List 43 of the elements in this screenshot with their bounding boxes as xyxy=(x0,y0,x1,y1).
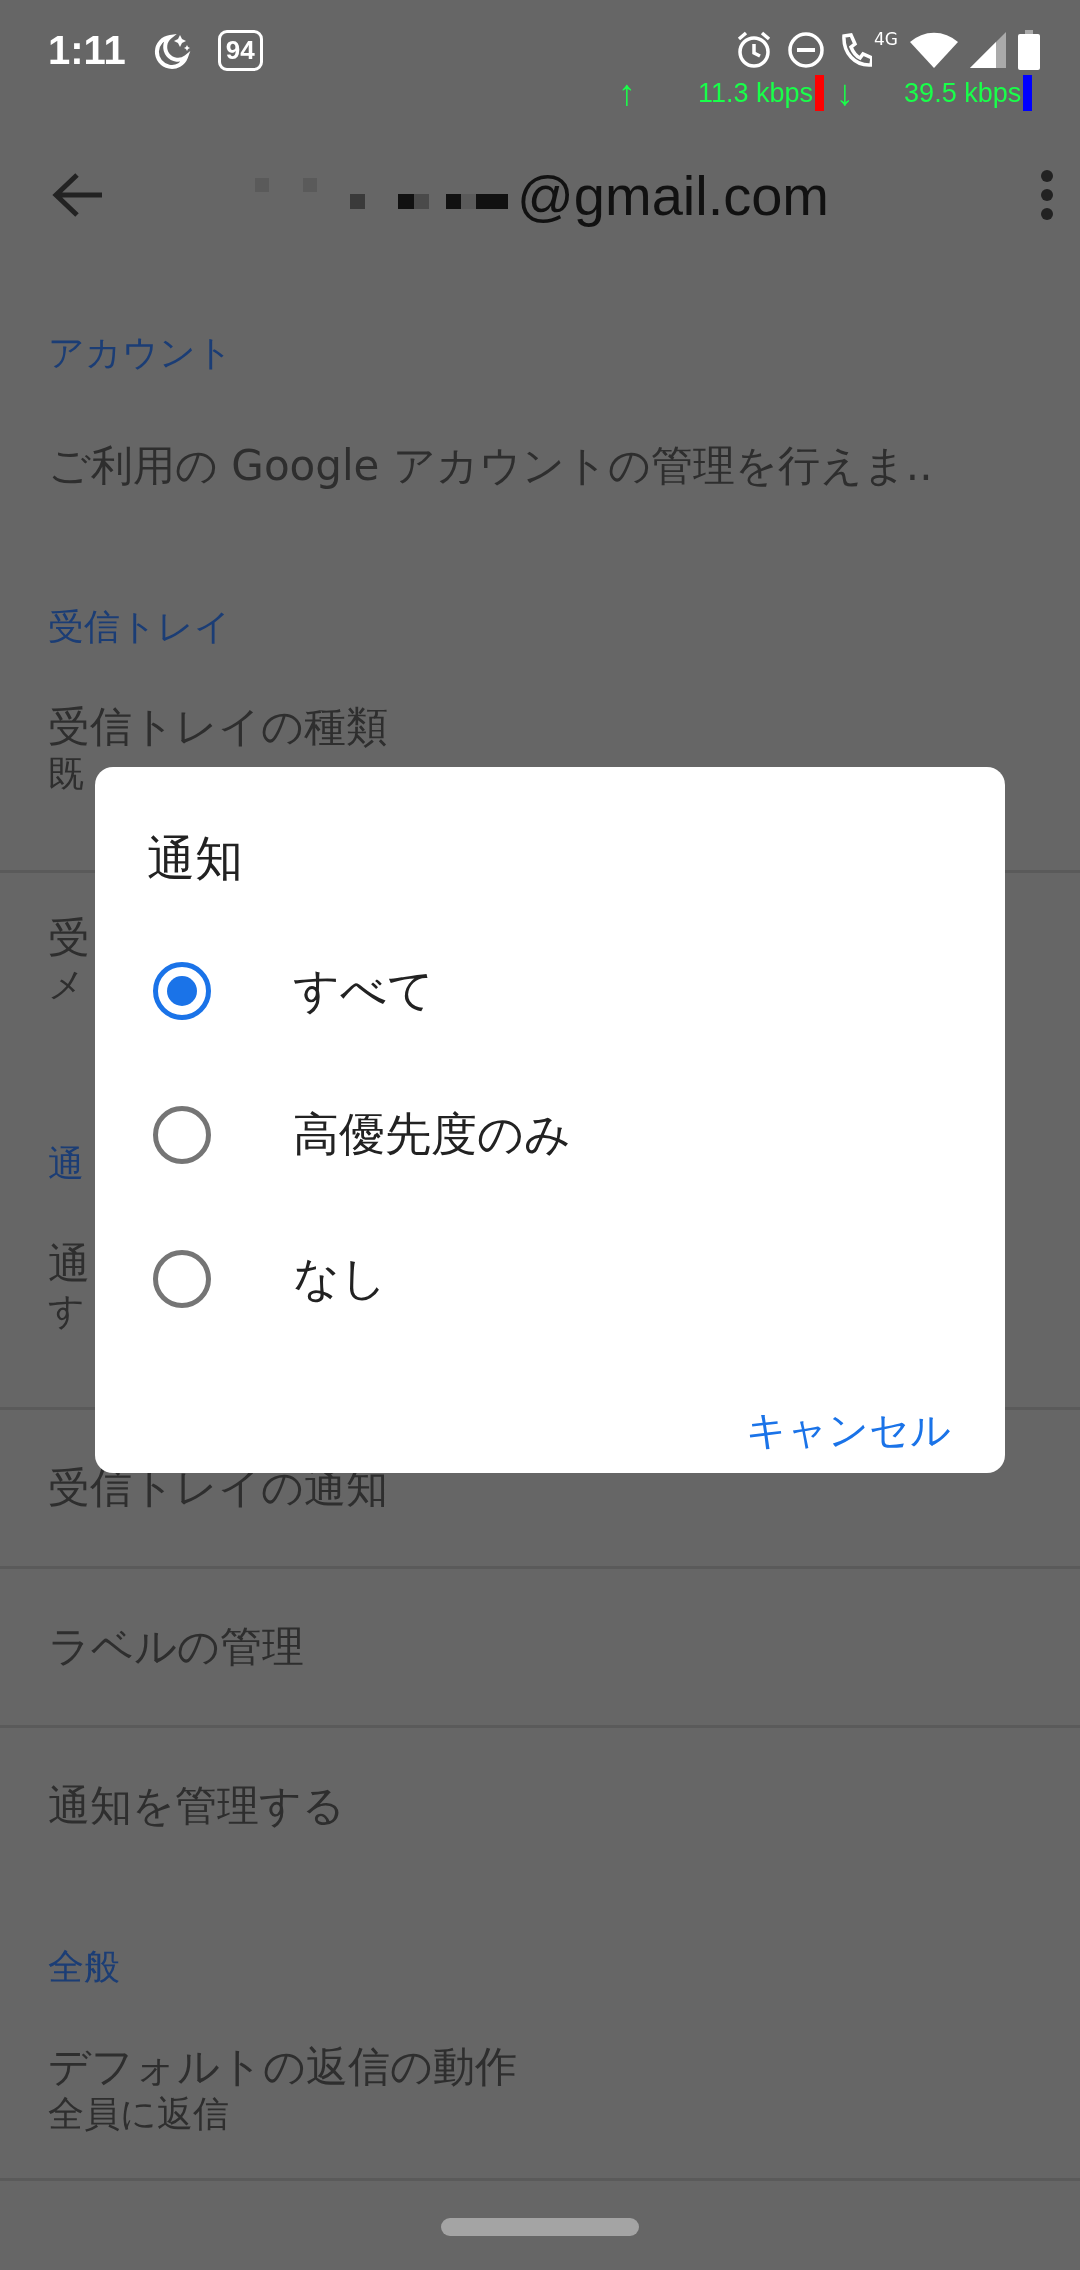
do-not-disturb-icon xyxy=(786,30,826,70)
cancel-button[interactable]: キャンセル xyxy=(732,1391,965,1470)
row-title: 受 xyxy=(48,913,90,963)
account-email: @gmail.com xyxy=(517,162,829,228)
radio-button[interactable] xyxy=(153,1106,211,1164)
settings-row[interactable]: 通知を管理する xyxy=(0,1728,1080,1884)
section-header: アカウント xyxy=(48,331,233,375)
option-label[interactable]: すべて xyxy=(293,960,434,1022)
row-subtitle: す xyxy=(48,1289,85,1333)
section-header: 受信トレイ xyxy=(48,605,231,649)
upload-speed: 11.3 kbps xyxy=(698,77,814,109)
battery-icon xyxy=(1018,30,1040,70)
option-label[interactable]: なし xyxy=(293,1248,387,1310)
settings-row[interactable]: デフォルトの返信の動作 全員に返信 xyxy=(0,2002,1080,2178)
option-label[interactable]: 高優先度のみ xyxy=(293,1104,571,1166)
cell-signal-icon xyxy=(970,32,1006,68)
row-title: 通知を管理する xyxy=(48,1781,345,1831)
download-speed: 39.5 kbps xyxy=(904,77,1022,109)
settings-row[interactable]: ご利用の Google アカウントの管理を行えま.. xyxy=(0,388,1080,544)
more-options-icon[interactable] xyxy=(1040,169,1054,221)
section-header: 通 xyxy=(48,1142,84,1186)
row-subtitle: 既 xyxy=(48,752,84,796)
row-title: デフォルトの返信の動作 xyxy=(48,2042,517,2092)
row-title: 通 xyxy=(48,1239,90,1289)
row-subtitle: 全員に返信 xyxy=(48,2092,229,2136)
radio-button[interactable] xyxy=(153,962,211,1020)
wifi-icon xyxy=(910,32,958,68)
upload-arrow: ↑ xyxy=(618,72,636,114)
upload-meter-bar xyxy=(815,75,825,111)
radio-button[interactable] xyxy=(153,1250,211,1308)
row-title: 受信トレイの種類 xyxy=(48,702,388,752)
clock-time: 1:11 xyxy=(48,28,126,73)
section-header: 全般 xyxy=(48,1945,120,1989)
download-meter-bar xyxy=(1023,75,1033,111)
row-title: ご利用の Google アカウントの管理を行えま.. xyxy=(48,441,933,491)
settings-row[interactable]: ラベルの管理 xyxy=(0,1569,1080,1725)
row-title: ラベルの管理 xyxy=(48,1622,304,1672)
back-arrow-icon[interactable] xyxy=(52,172,104,218)
row-subtitle: メ xyxy=(48,963,85,1007)
network-type-label: 4G xyxy=(874,29,898,49)
download-arrow: ↓ xyxy=(836,72,855,114)
dialog-title: 通知 xyxy=(147,829,243,888)
battery-badge: 94 xyxy=(217,30,263,71)
